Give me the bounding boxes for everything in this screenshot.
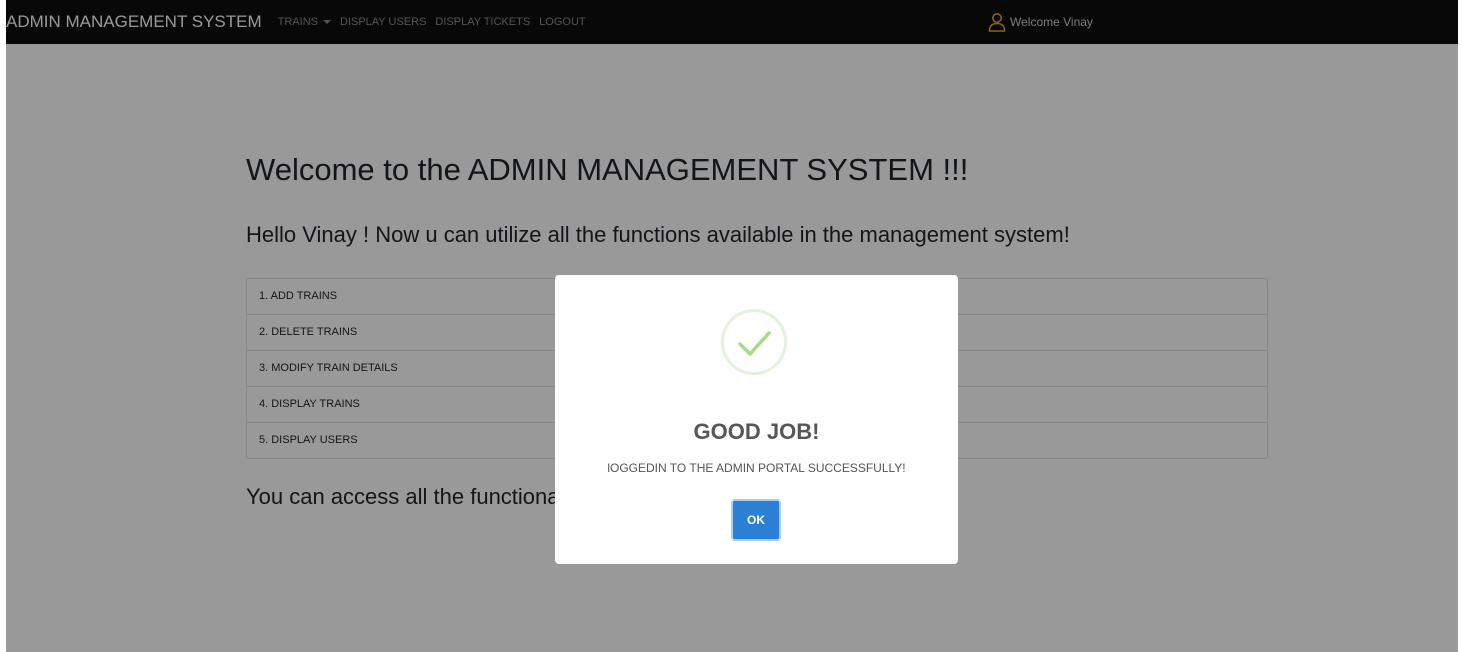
success-check-icon <box>721 309 787 375</box>
success-modal: GOOD JOB! lOGGEDIN TO THE ADMIN PORTAL S… <box>555 275 958 564</box>
modal-title: GOOD JOB! <box>693 419 820 444</box>
ok-button[interactable]: OK <box>731 499 781 541</box>
modal-message: lOGGEDIN TO THE ADMIN PORTAL SUCCESSFULL… <box>607 461 906 475</box>
